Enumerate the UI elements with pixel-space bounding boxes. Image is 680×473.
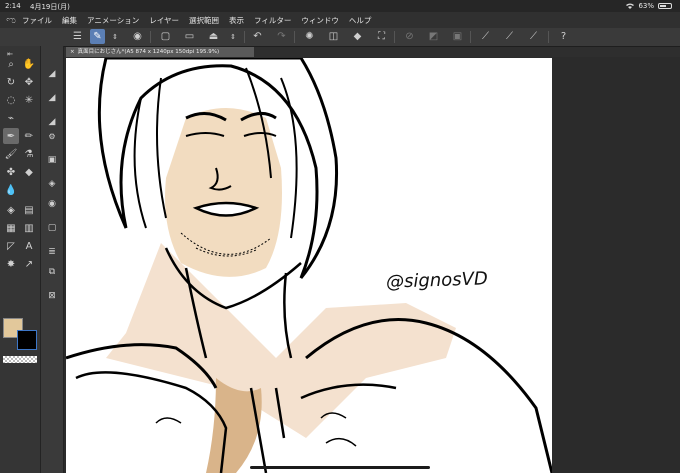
new-canvas-icon[interactable]: ▢: [158, 29, 173, 44]
special-ruler-icon[interactable]: ⟋: [526, 29, 541, 44]
decoration-icon[interactable]: ✤: [3, 164, 19, 180]
frame-icon[interactable]: ▥: [21, 220, 37, 236]
subtool-icon-2[interactable]: ◢: [44, 90, 60, 106]
home-indicator: [250, 466, 430, 469]
open-folder-icon[interactable]: ▭: [182, 29, 197, 44]
drawing-canvas[interactable]: @signosVD: [66, 58, 552, 473]
fill-icon[interactable]: ◆: [350, 29, 365, 44]
blend-icon[interactable]: 💧: [3, 182, 19, 198]
status-bar: 2:14 4月19日(月) 63%: [0, 0, 680, 12]
rotate-icon[interactable]: ↻: [3, 74, 19, 90]
artist-signature: @signosVD: [385, 268, 489, 293]
transform-icon[interactable]: ⛶: [374, 29, 389, 44]
hand-icon[interactable]: ✋: [21, 56, 37, 72]
layer-icon[interactable]: ≣: [44, 244, 60, 260]
invert-selection-icon[interactable]: ◩: [426, 29, 441, 44]
toolbar-divider-3: [294, 31, 295, 43]
stepper-icon[interactable]: ⇕: [110, 29, 120, 44]
ruler-tool-icon[interactable]: ◸: [3, 238, 19, 254]
stepper-icon-2[interactable]: ⇕: [228, 29, 238, 44]
close-tab-icon[interactable]: ×: [70, 49, 75, 55]
pen-icon[interactable]: ✒: [3, 128, 19, 144]
status-date: 4月19日(月): [30, 3, 70, 11]
toolbar-divider: [150, 31, 151, 43]
correct-line-icon[interactable]: ↗: [21, 256, 37, 272]
navigator-icon[interactable]: ◉: [44, 196, 60, 212]
toolbar-divider-4: [394, 31, 395, 43]
figure-icon[interactable]: ▦: [3, 220, 19, 236]
menu-window[interactable]: ウィンドウ: [301, 15, 339, 26]
transparent-color-swatch[interactable]: [3, 356, 37, 363]
brush-settings-icon[interactable]: ✎: [90, 29, 105, 44]
ruler-icon[interactable]: ⟋: [478, 29, 493, 44]
document-tab[interactable]: × 真面目におじさん*(A5 874 x 1240px 150dpi 195.9%…: [66, 47, 254, 57]
clear-icon[interactable]: ✺: [302, 29, 317, 44]
tool-property-icon[interactable]: ◉: [130, 29, 145, 44]
eyedropper-icon[interactable]: ⌁: [3, 110, 19, 126]
undo-icon[interactable]: ↶: [250, 29, 265, 44]
toolbar-divider-5: [470, 31, 471, 43]
sub-tool-strip: ◢ ◢ ◢ ⚙ ▣ ◈ ◉ ▢ ≣ ⧉ ⊠: [41, 46, 64, 473]
redo-icon[interactable]: ↷: [274, 29, 289, 44]
document-title: 真面目におじさん*(A5 874 x 1240px 150dpi 195.9%): [77, 49, 220, 55]
tool-palette: ⇤ ⌕ ✋ ↻ ✥ ◌ ✳ ⌁ ✒ ✏ 🖌 ⚗ ✤ ◆ 💧 ◈ ▤ ▦ ▥ ◸ …: [0, 46, 41, 473]
artwork: [66, 58, 552, 473]
toolbar-divider-6: [548, 31, 549, 43]
text-icon[interactable]: A: [21, 238, 37, 254]
select-all-icon[interactable]: ▣: [450, 29, 465, 44]
battery-icon: [658, 3, 672, 9]
menu-edit[interactable]: 編集: [62, 15, 77, 26]
deselect-icon[interactable]: ⊘: [402, 29, 417, 44]
menu-layer[interactable]: レイヤー: [149, 15, 179, 26]
move-icon[interactable]: ✥: [21, 74, 37, 90]
snap-icon[interactable]: ⟋: [502, 29, 517, 44]
eraser-icon[interactable]: ◆: [21, 164, 37, 180]
eraser-selection-icon[interactable]: ◫: [326, 29, 341, 44]
layer-property-icon[interactable]: ▢: [44, 220, 60, 236]
menu-icon[interactable]: ☰: [70, 29, 85, 44]
wifi-icon: [626, 3, 635, 9]
subtool-icon-5[interactable]: ▣: [44, 152, 60, 168]
menu-animation[interactable]: アニメーション: [87, 15, 139, 26]
status-time: 2:14: [5, 2, 21, 10]
subtool-icon-4[interactable]: ⚙: [44, 128, 60, 144]
zoom-icon[interactable]: ⌕: [3, 56, 19, 72]
material-icon[interactable]: ⧉: [44, 264, 60, 280]
toolbar-divider-2: [244, 31, 245, 43]
search-layer-icon[interactable]: ⊠: [44, 288, 60, 304]
menu-view[interactable]: 表示: [229, 15, 244, 26]
subtool-icon-6[interactable]: ◈: [44, 176, 60, 192]
pencil-icon[interactable]: ✏: [21, 128, 37, 144]
fill-tool-icon[interactable]: ◈: [3, 202, 19, 218]
menu-bar: ಌ ファイル 編集 アニメーション レイヤー 選択範囲 表示 フィルター ウィン…: [0, 12, 680, 28]
chest-skin: [206, 378, 262, 473]
save-icon[interactable]: ⏏: [206, 29, 221, 44]
menu-help[interactable]: ヘルプ: [349, 15, 372, 26]
magic-wand-icon[interactable]: ✳: [21, 92, 37, 108]
menu-selection[interactable]: 選択範囲: [189, 15, 219, 26]
status-right: 63%: [626, 2, 672, 10]
lasso-icon[interactable]: ◌: [3, 92, 19, 108]
menu-filter[interactable]: フィルター: [254, 15, 291, 26]
gradient-icon[interactable]: ▤: [21, 202, 37, 218]
subtool-icon-1[interactable]: ◢: [44, 66, 60, 82]
brush-icon[interactable]: 🖌: [3, 146, 19, 162]
airbrush-icon[interactable]: ⚗: [21, 146, 37, 162]
app-logo-icon[interactable]: ಌ: [0, 15, 22, 26]
help-icon[interactable]: ?: [556, 29, 571, 44]
command-bar: ☰ ✎ ⇕ ◉ ▢ ▭ ⏏ ⇕ ↶ ↷ ✺ ◫ ◆ ⛶ ⊘ ◩ ▣ ⟋ ⟋ ⟋ …: [0, 28, 680, 47]
balloon-icon[interactable]: ✸: [3, 256, 19, 272]
sub-color-swatch[interactable]: [17, 330, 37, 350]
menu-file[interactable]: ファイル: [22, 15, 52, 26]
battery-percent: 63%: [638, 2, 654, 10]
